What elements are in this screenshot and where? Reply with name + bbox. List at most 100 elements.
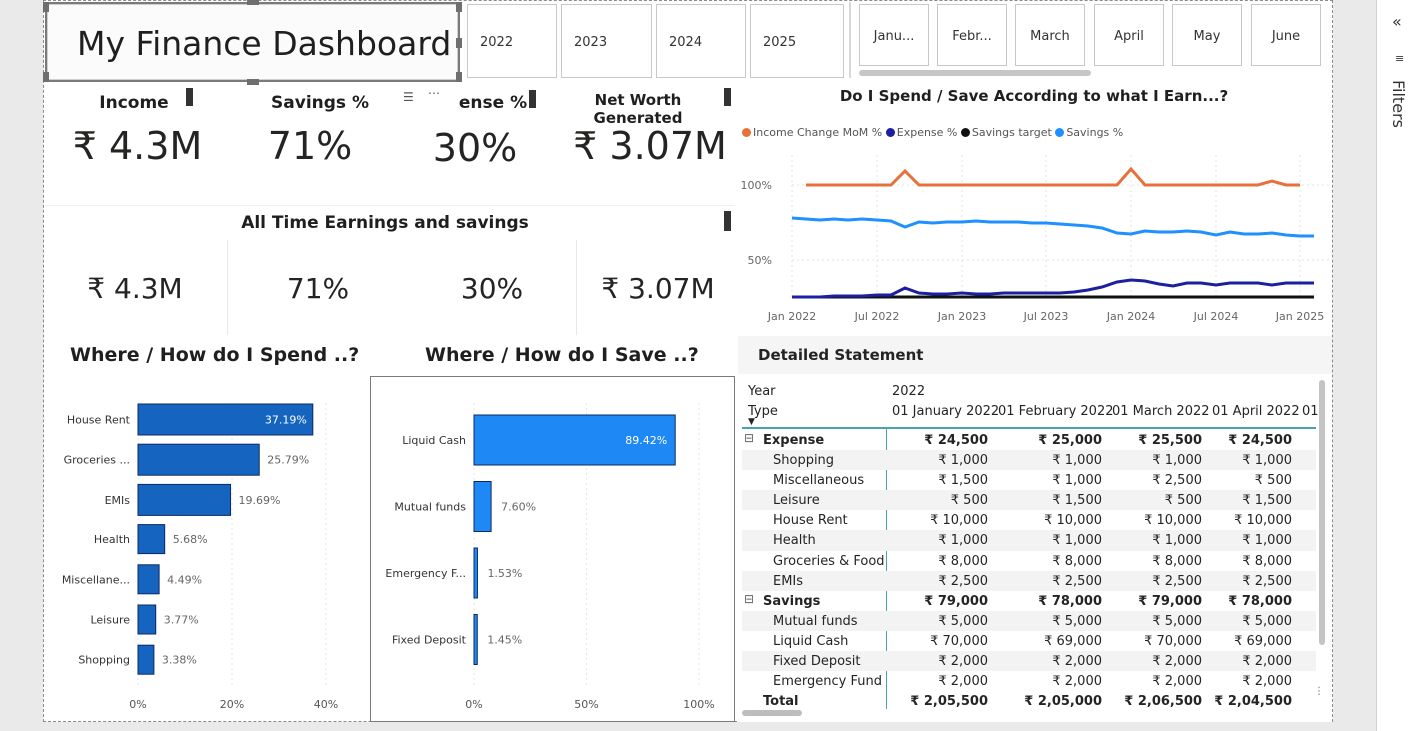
- legend-label: Income Change MoM %: [753, 126, 883, 139]
- bar[interactable]: [137, 483, 232, 516]
- column-header[interactable]: 01: [1302, 404, 1319, 419]
- cell-value: ₹ 2,500: [1242, 573, 1292, 589]
- legend-item[interactable]: Savings %: [1055, 126, 1123, 139]
- column-header[interactable]: 01 March 2022: [1112, 404, 1212, 419]
- vertical-scrollbar[interactable]: [1319, 380, 1325, 645]
- title-textbox[interactable]: My Finance Dashboard: [43, 0, 462, 85]
- collapse-icon[interactable]: ⊟: [744, 592, 754, 606]
- all-time-savings: 71%: [286, 272, 350, 305]
- spend-bar-chart[interactable]: 0% 20% 40% House Rent 37.19% Groceries ... 25.…: [46, 395, 366, 720]
- resize-handle[interactable]: [456, 2, 462, 12]
- resize-handle[interactable]: [247, 0, 259, 5]
- collapse-icon[interactable]: ⊟: [744, 431, 754, 445]
- bar[interactable]: [137, 644, 155, 675]
- legend-dot-icon: [960, 128, 970, 137]
- card-savings-value: 71%: [267, 124, 353, 168]
- visual-scroll-handle[interactable]: [529, 90, 536, 108]
- row-label: Liquid Cash: [773, 633, 849, 649]
- bar[interactable]: [473, 547, 478, 599]
- table-row[interactable]: House Rent ₹ 10,000 ₹ 10,000 ₹ 10,000 ₹ 10,0…: [742, 510, 1316, 530]
- x-tick-label: Jul 2024: [1193, 310, 1239, 323]
- card-income-label: Income: [99, 93, 169, 113]
- more-options-icon[interactable]: ⋯: [428, 86, 440, 100]
- year-label: 2023: [574, 35, 608, 50]
- visual-scroll-handle[interactable]: [724, 211, 731, 231]
- x-tick-label: 20%: [220, 698, 244, 711]
- month-slicer-june[interactable]: June: [1251, 4, 1321, 66]
- legend-item[interactable]: Income Change MoM %: [742, 126, 882, 139]
- resize-handle[interactable]: [247, 79, 259, 85]
- divider: [227, 240, 228, 335]
- column-header[interactable]: 01 January 2022: [892, 404, 999, 419]
- filters-pane[interactable]: « ≡ Filters: [1376, 0, 1415, 731]
- resize-handle[interactable]: [43, 2, 49, 12]
- bar[interactable]: [137, 524, 166, 555]
- sort-arrow-icon[interactable]: ▼: [748, 417, 755, 427]
- month-slicer-january[interactable]: Janu...: [859, 4, 929, 66]
- line-chart-title: Do I Spend / Save According to what I Ea…: [839, 87, 1229, 105]
- table-row[interactable]: Shopping ₹ 1,000 ₹ 1,000 ₹ 1,000 ₹ 1,000: [742, 450, 1316, 471]
- cell-value: ₹ 5,000: [1242, 613, 1292, 629]
- total-row[interactable]: Total ₹ 2,05,500 ₹ 2,05,000 ₹ 2,06,500 ₹ 2,0…: [742, 691, 1316, 711]
- card-expense-value: 30%: [432, 126, 518, 170]
- statement-matrix[interactable]: Year 2022 Type ▼ 01 January 202201 Febru…: [738, 374, 1332, 722]
- column-header[interactable]: 01 April 2022: [1212, 404, 1302, 419]
- row-label: Groceries & Food: [773, 553, 885, 569]
- cell-value: ₹ 2,000: [938, 654, 988, 670]
- data-label: 7.60%: [501, 501, 536, 514]
- visual-scroll-handle[interactable]: [186, 88, 193, 106]
- year-slicer-2024[interactable]: 2024: [656, 4, 746, 78]
- save-bar-chart[interactable]: 0% 50% 100% Liquid Cash 89.42% Mutual funds 7.…: [371, 395, 733, 720]
- bar[interactable]: [137, 443, 260, 476]
- filter-lines-icon: ≡: [1395, 52, 1405, 65]
- month-slicer-march[interactable]: March: [1015, 4, 1085, 66]
- table-row[interactable]: Mutual funds ₹ 5,000 ₹ 5,000 ₹ 5,000 ₹ 5,000: [742, 610, 1316, 631]
- cell-value: ₹ 24,500: [1228, 433, 1292, 448]
- data-label: 5.68%: [173, 533, 208, 546]
- resize-handle[interactable]: [456, 38, 462, 48]
- year-slicer-2025[interactable]: 2025: [750, 4, 844, 78]
- horizontal-scrollbar[interactable]: [742, 710, 802, 716]
- table-row[interactable]: Leisure ₹ 500 ₹ 1,500 ₹ 500 ₹ 1,500: [742, 490, 1316, 511]
- row-label: Emergency Fund: [773, 674, 882, 690]
- legend-item[interactable]: Expense %: [885, 126, 957, 139]
- legend-item[interactable]: Savings target: [960, 126, 1052, 139]
- line-chart-visual[interactable]: Do I Spend / Save According to what I Ea…: [736, 80, 1332, 335]
- bar[interactable]: [137, 604, 157, 635]
- bar[interactable]: [473, 614, 478, 665]
- bar[interactable]: [473, 481, 492, 532]
- group-row[interactable]: Savings ⊟ ₹ 79,000 ₹ 78,000 ₹ 79,000 ₹ 78,000: [742, 591, 1316, 611]
- column-header[interactable]: 01 February 2022: [998, 404, 1114, 419]
- legend-dot-icon: [1055, 128, 1065, 137]
- table-row[interactable]: Emergency Fund ₹ 2,000 ₹ 2,000 ₹ 2,000 ₹ 2,0…: [742, 671, 1316, 691]
- year-slicer-2023[interactable]: 2023: [561, 4, 652, 78]
- visual-scroll-handle[interactable]: [724, 88, 731, 106]
- group-row[interactable]: Expense ⊟ ₹ 24,500 ₹ 25,000 ₹ 25,500 ₹ 24,500: [742, 430, 1316, 450]
- year-slicer-2022[interactable]: 2022: [467, 4, 557, 78]
- table-row[interactable]: Liquid Cash ₹ 70,000 ₹ 69,000 ₹ 70,000 ₹ 69,…: [742, 631, 1316, 651]
- resize-handle[interactable]: [43, 72, 49, 82]
- cell-value: ₹ 2,500: [1152, 573, 1202, 589]
- year-label: 2025: [763, 35, 797, 50]
- table-row[interactable]: Groceries & Food ₹ 8,000 ₹ 8,000 ₹ 8,000 ₹ 8…: [742, 551, 1316, 571]
- month-slicer-april[interactable]: April: [1094, 4, 1164, 66]
- month-label: June: [1271, 29, 1301, 44]
- filter-icon[interactable]: ☰: [403, 90, 414, 104]
- cell-value: ₹ 2,000: [1242, 674, 1292, 690]
- bar[interactable]: [137, 564, 160, 595]
- month-slicer-scrollbar[interactable]: [859, 70, 1091, 76]
- table-row[interactable]: Health ₹ 1,000 ₹ 1,000 ₹ 1,000 ₹ 1,000: [742, 530, 1316, 551]
- month-slicer-february[interactable]: Febr...: [937, 4, 1007, 66]
- resize-handle[interactable]: [456, 72, 462, 82]
- table-row[interactable]: EMIs ₹ 2,500 ₹ 2,500 ₹ 2,500 ₹ 2,500: [742, 570, 1316, 591]
- category-label: Fixed Deposit: [392, 634, 467, 647]
- more-icon[interactable]: ⋮: [1314, 686, 1324, 697]
- table-row[interactable]: Miscellaneous ₹ 1,500 ₹ 1,000 ₹ 2,500 ₹ 500: [742, 470, 1316, 490]
- collapse-chevron-icon[interactable]: «: [1392, 12, 1402, 31]
- legend-label: Savings target: [971, 126, 1052, 139]
- month-slicer-may[interactable]: May: [1172, 4, 1242, 66]
- x-tick-label: Jan 2022: [767, 310, 816, 323]
- cell-value: ₹ 1,500: [938, 473, 988, 489]
- cell-value: ₹ 69,000: [1044, 633, 1102, 649]
- table-row[interactable]: Fixed Deposit ₹ 2,000 ₹ 2,000 ₹ 2,000 ₹ 2,00…: [742, 651, 1316, 672]
